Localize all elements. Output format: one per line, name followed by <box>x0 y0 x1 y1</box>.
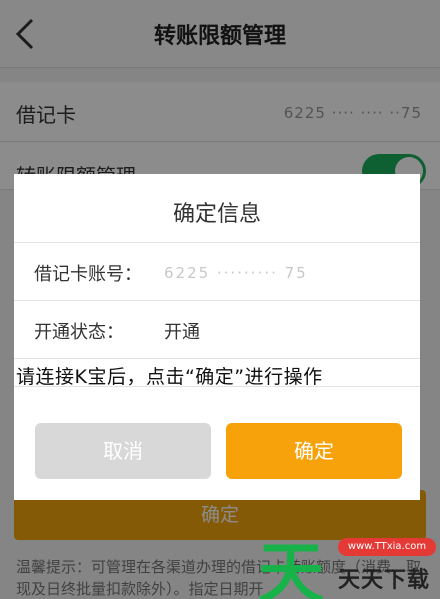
watermark-logo: 天 www.TTxia.com 天天下载 <box>256 522 440 599</box>
card-number-label: 借记卡账号： <box>34 264 142 285</box>
card-number-value: 6225 ········· 75 <box>164 264 308 282</box>
status-label: 开通状态： <box>34 322 124 343</box>
watermark-url: www.TTxia.com <box>338 538 436 556</box>
ukey-notice: 请连接K宝后，点击“确定”进行操作 <box>16 366 323 388</box>
divider <box>14 300 420 301</box>
divider <box>14 242 420 243</box>
watermark-glyph: 天 <box>258 535 324 599</box>
dialog-title: 确定信息 <box>172 202 261 227</box>
confirm-button[interactable]: 确定 <box>226 423 402 479</box>
status-value: 开通 <box>164 322 200 343</box>
divider <box>14 386 420 387</box>
cancel-button[interactable]: 取消 <box>35 423 211 479</box>
watermark-text: 天天下载 <box>338 568 431 593</box>
confirm-info-dialog: 确定信息 借记卡账号： 6225 ········· 75 开通状态： 开通 请… <box>14 174 420 500</box>
divider <box>14 358 420 359</box>
